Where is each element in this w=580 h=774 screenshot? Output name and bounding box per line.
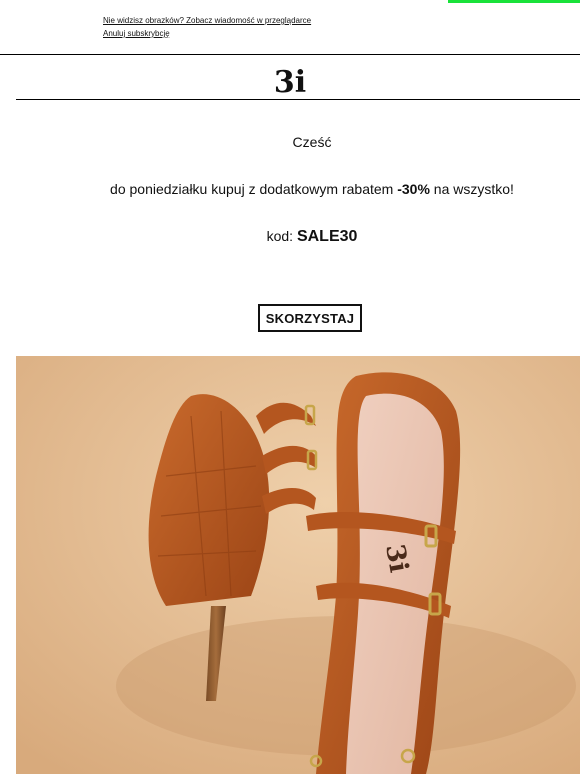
unsubscribe-link[interactable]: Anuluj subskrybcję xyxy=(103,27,311,40)
promo-code-label: kod: xyxy=(266,228,294,244)
greeting-text: Cześć xyxy=(292,134,332,150)
promo-code-value: SALE30 xyxy=(296,228,358,245)
promo-text-after: na wszystko! xyxy=(433,181,514,197)
promo-code-line: kod: SALE30 xyxy=(0,228,580,246)
insole-brand-text: 3i xyxy=(379,542,413,575)
view-in-browser-link[interactable]: Nie widzisz obrazków? Zobacz wiadomość w… xyxy=(103,14,311,27)
promo-text: do poniedziałku kupuj z dodatkowym rabat… xyxy=(0,181,580,197)
hero-image[interactable]: 3i xyxy=(16,356,580,774)
brand-logo-mark: 3i xyxy=(274,65,306,97)
preheader-links: Nie widzisz obrazków? Zobacz wiadomość w… xyxy=(103,14,311,40)
email-page: Nie widzisz obrazków? Zobacz wiadomość w… xyxy=(0,0,580,774)
brand-logo[interactable]: 3i xyxy=(0,63,580,97)
redeem-button[interactable]: SKORZYSTAJ xyxy=(258,304,362,332)
promo-discount: -30% xyxy=(397,181,430,197)
promo-text-before: do poniedziałku kupuj z dodatkowym rabat… xyxy=(110,181,394,197)
accent-bar xyxy=(448,0,580,3)
header-divider-bottom xyxy=(16,99,580,100)
brand-logo-text: 3i xyxy=(274,65,306,97)
sandals-illustration: 3i xyxy=(16,356,580,774)
header-divider-top xyxy=(0,54,580,55)
